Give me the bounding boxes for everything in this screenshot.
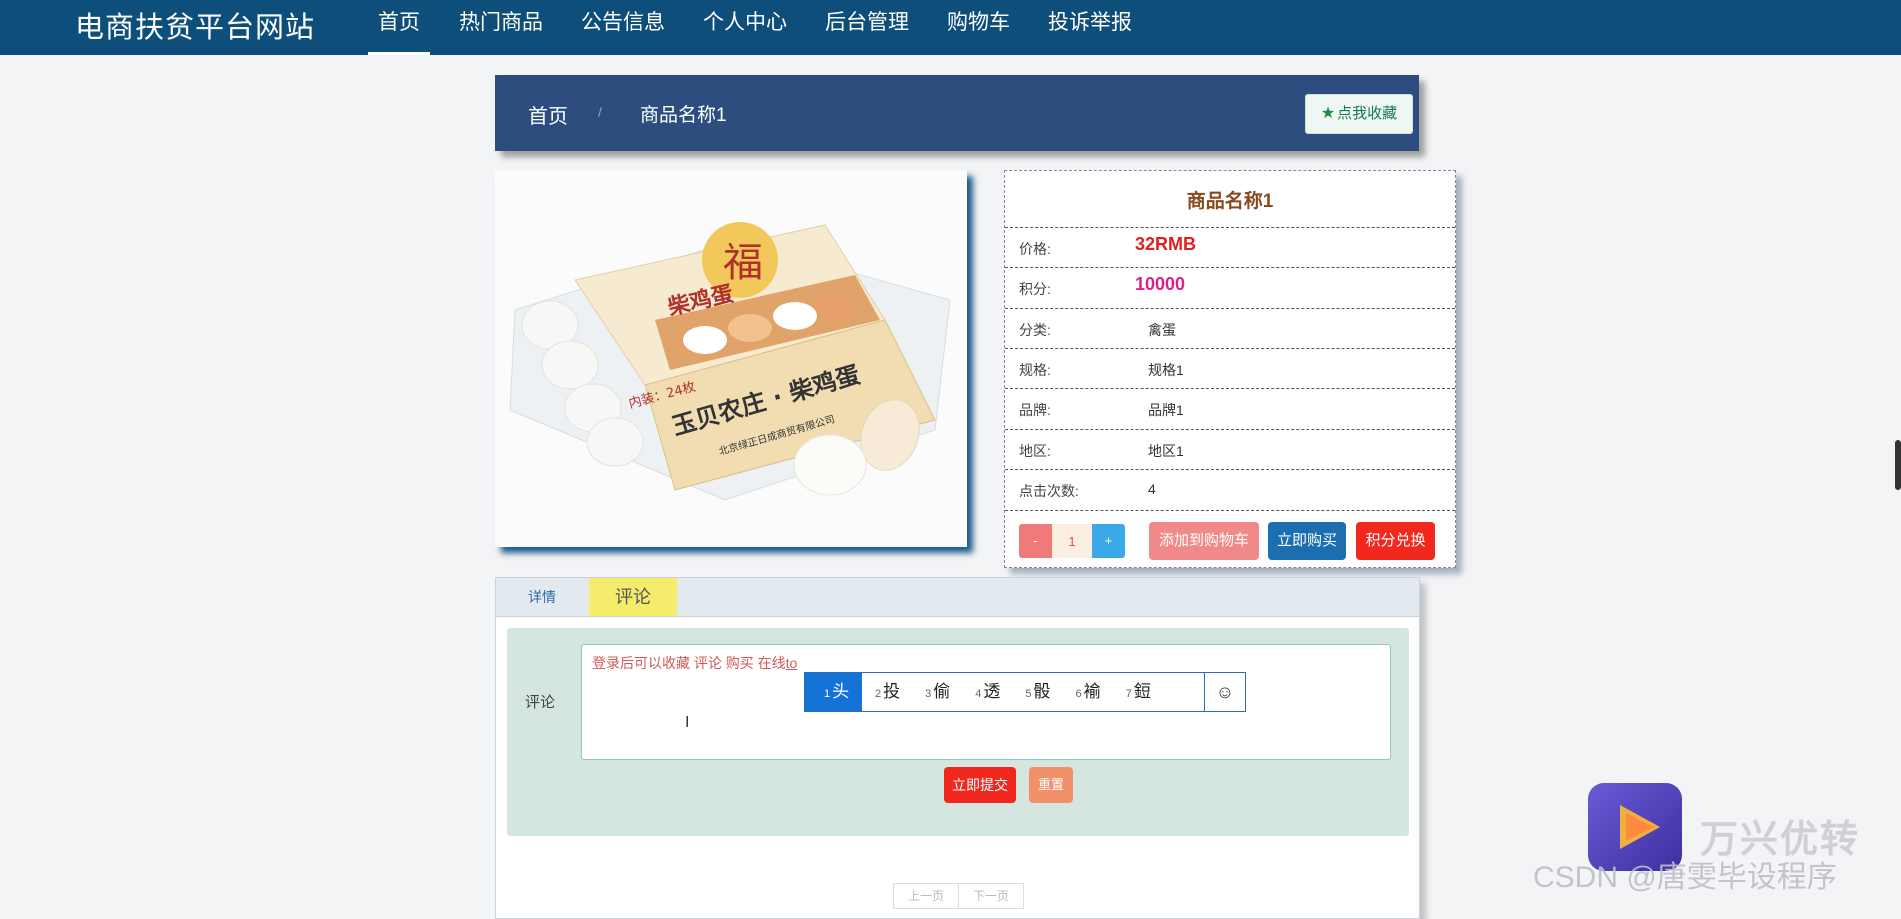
nav-personal-center[interactable]: 个人中心	[694, 0, 796, 55]
add-to-cart-button[interactable]: 添加到购物车	[1149, 522, 1259, 560]
ime-candidate[interactable]: 6褕	[1063, 673, 1113, 711]
breadcrumb: 首页 / 商品名称1 ★ 点我收藏	[495, 75, 1419, 151]
region-row: 地区: 地区1	[1005, 429, 1455, 470]
brand-value: 品牌1	[1148, 402, 1184, 418]
product-title: 商品名称1	[1186, 191, 1274, 212]
comment-composition-text: to	[785, 655, 798, 671]
buy-now-button[interactable]: 立即购买	[1268, 522, 1346, 560]
nav-hot-products[interactable]: 热门商品	[450, 0, 552, 55]
spec-value: 规格1	[1148, 362, 1184, 378]
points-exchange-button[interactable]: 积分兑换	[1356, 522, 1435, 560]
site-brand[interactable]: 电商扶贫平台网站	[75, 8, 315, 48]
star-icon: ★	[1320, 105, 1336, 122]
text-cursor-icon: I	[685, 714, 690, 731]
quantity-decrement-button[interactable]: -	[1019, 524, 1052, 558]
breadcrumb-separator: /	[598, 104, 602, 120]
ime-candidate-bar: 1头 2投 3偷 4透 5骰 6褕 7鋀 ☺	[804, 672, 1246, 712]
category-label: 分类:	[1019, 322, 1051, 338]
category-row: 分类: 禽蛋	[1005, 308, 1455, 349]
actions-divider	[1005, 510, 1455, 511]
comment-prefilled-text: 登录后可以收藏 评论 购买 在线	[592, 655, 786, 671]
favorite-button[interactable]: ★ 点我收藏	[1305, 94, 1413, 134]
emoji-icon[interactable]: ☺	[1204, 673, 1245, 711]
tab-comments[interactable]: 评论	[589, 578, 677, 616]
product-info-panel: 商品名称1 价格: 32RMB 积分: 10000 分类: 禽蛋 规格: 规格1…	[1004, 170, 1456, 568]
fu-glyph: 福	[723, 240, 763, 286]
reset-button[interactable]: 重置	[1029, 767, 1073, 803]
points-label: 积分:	[1019, 281, 1051, 297]
points-value: 10000	[1135, 274, 1186, 294]
price-value: 32RMB	[1135, 234, 1197, 254]
ime-candidate[interactable]: 3偷	[912, 673, 962, 711]
breadcrumb-current: 商品名称1	[640, 105, 727, 126]
top-navbar: 电商扶贫平台网站 首页 热门商品 公告信息 个人中心 后台管理 购物车 投诉举报	[0, 0, 1901, 55]
nav-announcements[interactable]: 公告信息	[572, 0, 674, 55]
ime-candidate[interactable]: 7鋀	[1113, 673, 1163, 711]
product-image: 福 柴鸡蛋 内装：24枚 玉贝农庄 · 柴鸡蛋 北京绿正日成商贸有限公司	[495, 170, 967, 547]
tab-details[interactable]: 详情	[496, 578, 588, 616]
clicks-label: 点击次数:	[1019, 483, 1079, 499]
scrollbar-thumb[interactable]	[1895, 440, 1901, 490]
ime-candidate[interactable]: 2投	[862, 673, 912, 711]
ime-candidate[interactable]: 1头	[805, 673, 862, 711]
prev-page-button[interactable]: 上一页	[894, 884, 958, 908]
region-value: 地区1	[1148, 443, 1184, 459]
price-label: 价格:	[1019, 241, 1051, 257]
category-value: 禽蛋	[1148, 322, 1176, 338]
spec-row: 规格: 规格1	[1005, 348, 1455, 389]
nav-complaints[interactable]: 投诉举报	[1039, 0, 1141, 55]
egg-box-image: 福 柴鸡蛋 内装：24枚 玉贝农庄 · 柴鸡蛋 北京绿正日成商贸有限公司	[495, 170, 967, 547]
ime-candidate[interactable]: 5骰	[1012, 673, 1062, 711]
submit-comment-button[interactable]: 立即提交	[944, 767, 1016, 803]
next-page-button[interactable]: 下一页	[958, 884, 1023, 908]
brand-row: 品牌: 品牌1	[1005, 388, 1455, 429]
spec-label: 规格:	[1019, 362, 1051, 378]
favorite-label: 点我收藏	[1337, 105, 1398, 122]
nav-cart[interactable]: 购物车	[938, 0, 1019, 55]
comment-form: 评论 登录后可以收藏 评论 购买 在线to I	[507, 628, 1409, 836]
breadcrumb-home[interactable]: 首页	[528, 100, 568, 129]
watermark-csdn-text: CSDN @唐雯毕设程序	[1533, 861, 1837, 894]
comment-text: 登录后可以收藏 评论 购买 在线to	[592, 653, 797, 673]
clicks-row: 点击次数: 4	[1005, 469, 1455, 510]
comment-label: 评论	[525, 694, 556, 711]
tab-panel: 详情 评论 评论 登录后可以收藏 评论 购买 在线to I	[495, 577, 1420, 919]
tab-bar: 详情 评论	[496, 578, 1419, 617]
points-row: 积分: 10000	[1005, 267, 1455, 308]
region-label: 地区:	[1019, 443, 1051, 459]
clicks-value: 4	[1148, 481, 1156, 497]
ime-candidate[interactable]: 4透	[962, 673, 1012, 711]
nav-home[interactable]: 首页	[368, 0, 430, 55]
quantity-input[interactable]: 1	[1052, 524, 1092, 558]
price-row: 价格: 32RMB	[1005, 227, 1455, 268]
nav-admin[interactable]: 后台管理	[816, 0, 918, 55]
main-nav: 首页 热门商品 公告信息 个人中心 后台管理 购物车 投诉举报	[368, 0, 1161, 55]
pagination: 上一页 下一页	[893, 883, 1025, 909]
brand-label: 品牌:	[1019, 402, 1051, 418]
quantity-increment-button[interactable]: +	[1092, 524, 1125, 558]
